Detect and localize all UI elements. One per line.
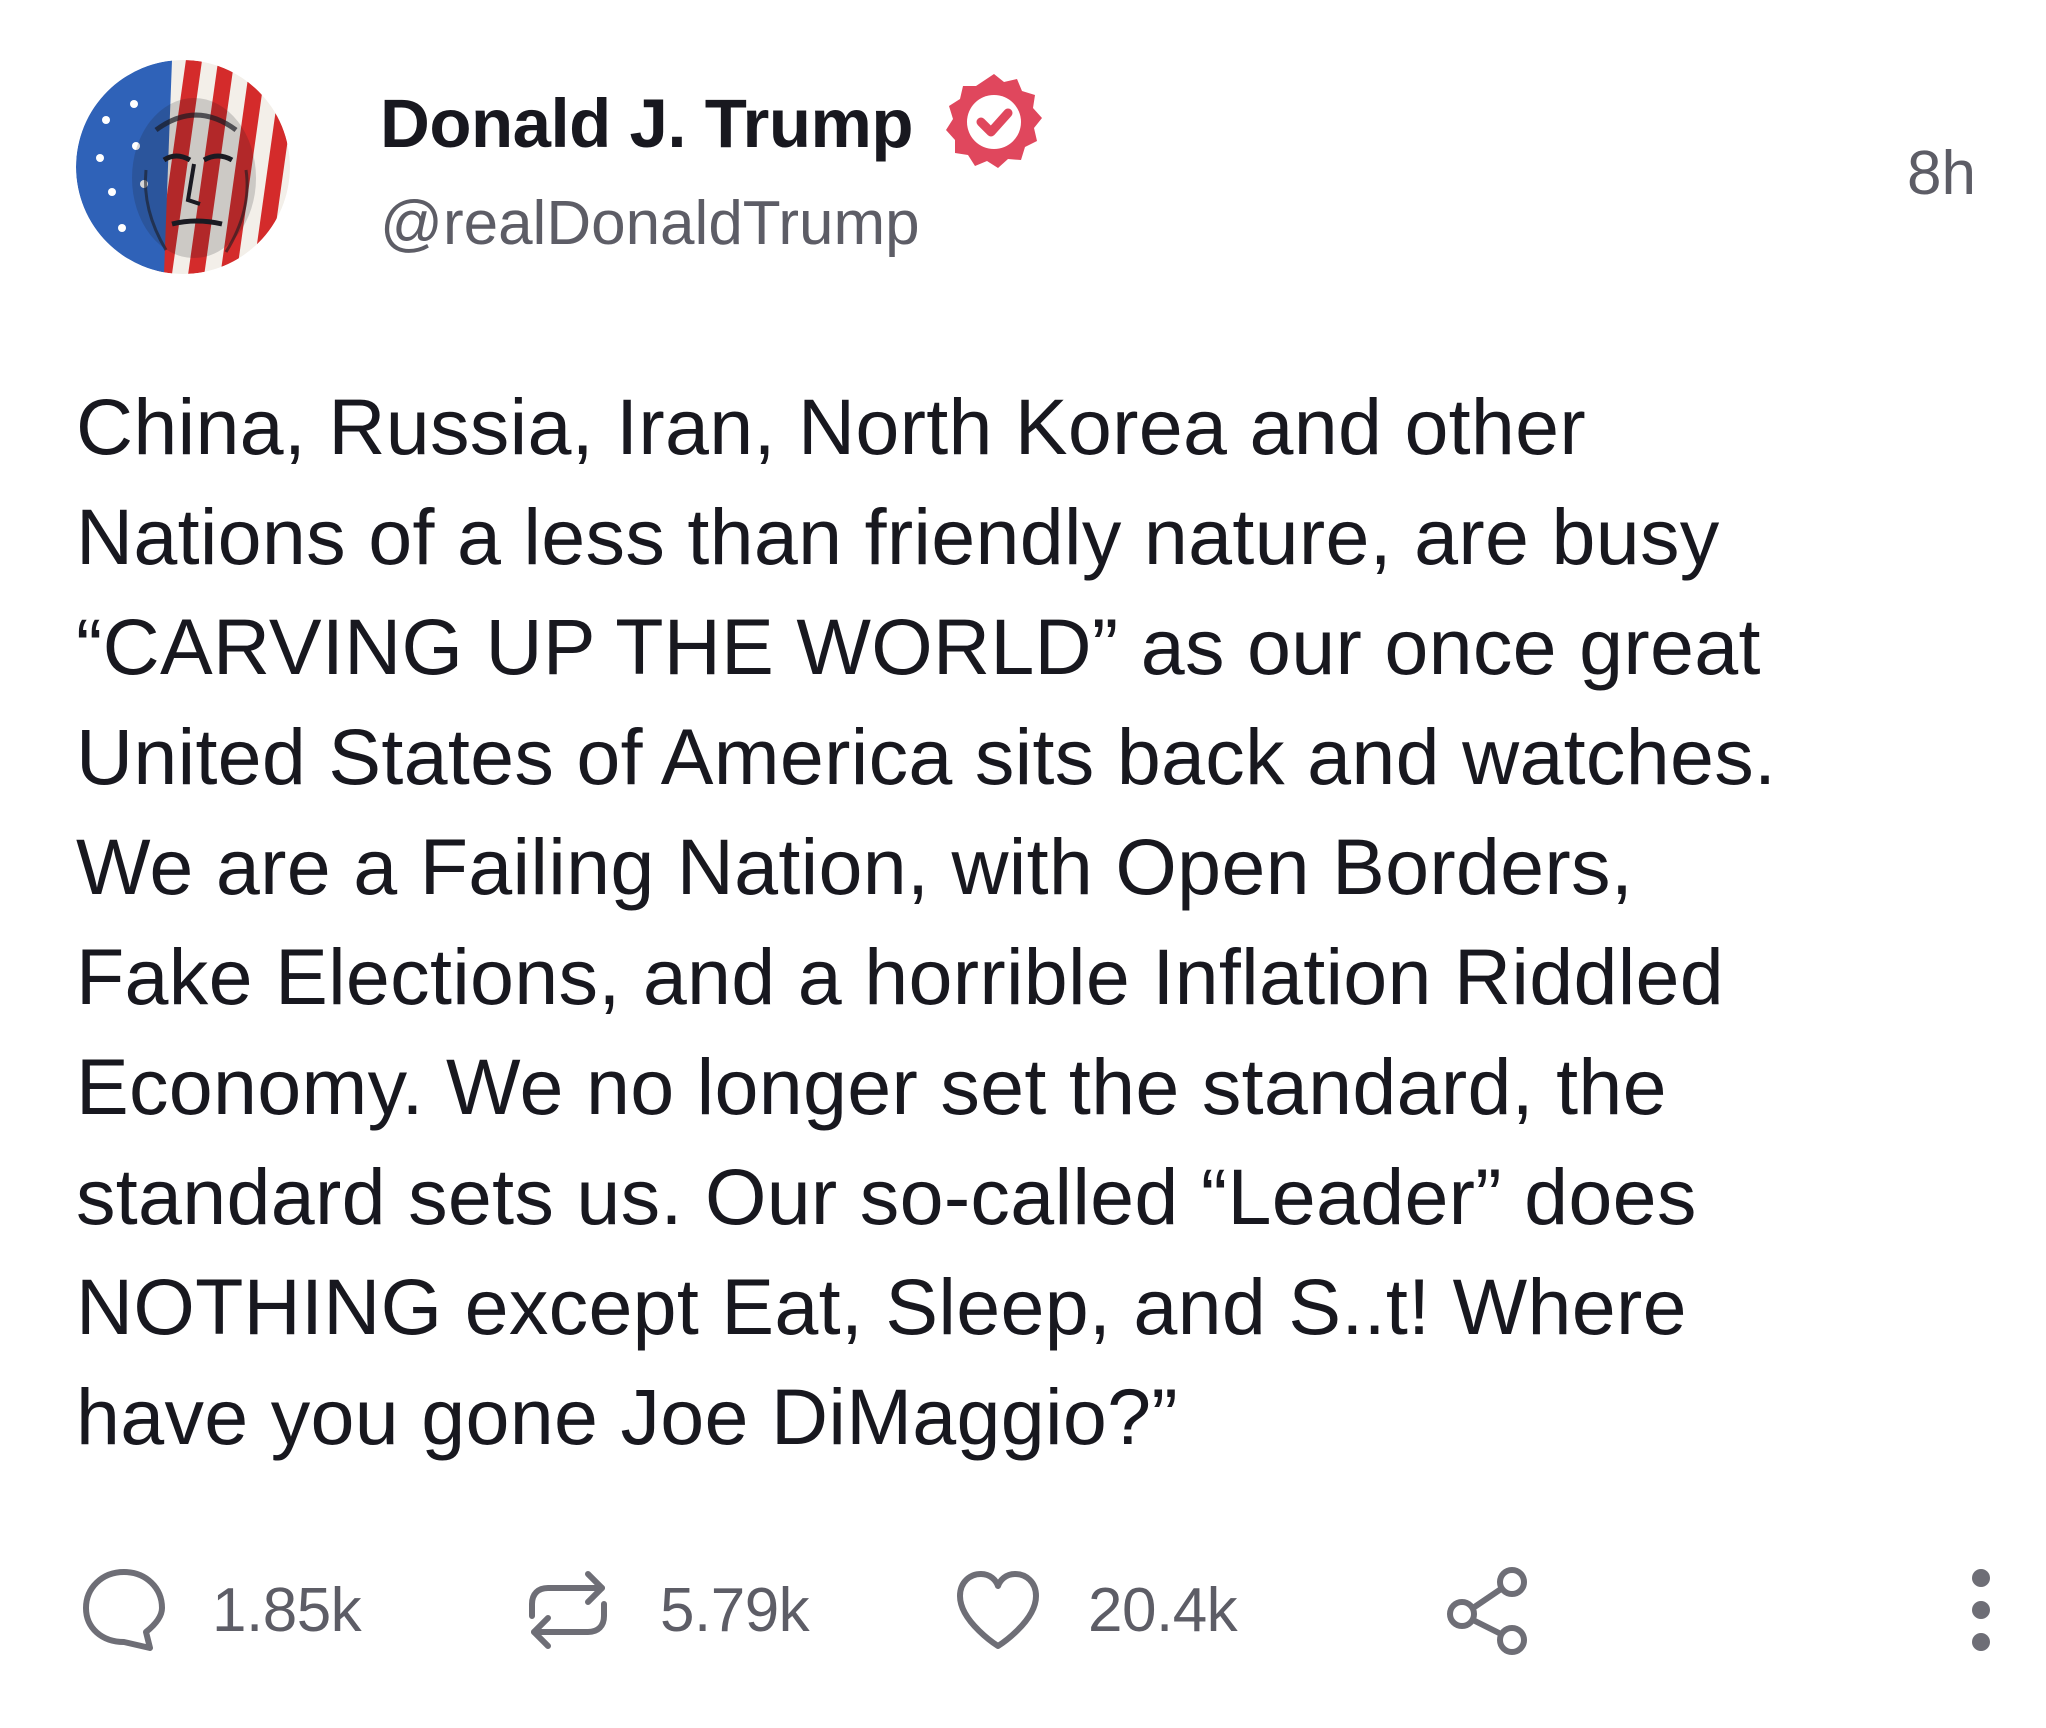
more-options-button[interactable] — [1966, 1555, 1996, 1665]
post-timestamp[interactable]: 8h — [1907, 138, 1976, 209]
repost-count: 5.79k — [660, 1575, 810, 1645]
post-text-line: United States of America sits back and w… — [76, 712, 1777, 801]
truth-social-post: Donald J. Trump @realDonaldTrump 8h Chin… — [0, 0, 2046, 1728]
share-nodes-icon — [1447, 1567, 1527, 1655]
post-text-line: Nations of a less than friendly nature, … — [76, 492, 1720, 581]
verified-badge-icon — [946, 74, 1043, 168]
post-text-line: Fake Elections, and a horrible Inflation… — [76, 932, 1725, 1021]
post-body-text: China, Russia, Iran, North Korea and oth… — [76, 372, 1996, 1472]
post-text-line: standard sets us. Our so-called “Leader”… — [76, 1152, 1697, 1241]
like-button[interactable]: 20.4k — [948, 1555, 1238, 1665]
post-text-line: “CARVING UP THE WORLD” as our once great — [76, 602, 1761, 691]
post-text-line: We are a Failing Nation, with Open Borde… — [76, 822, 1634, 911]
avatar-image — [76, 60, 290, 274]
post-text-line: NOTHING except Eat, Sleep, and S..t! Whe… — [76, 1262, 1687, 1351]
reply-count: 1.85k — [212, 1575, 362, 1645]
post-text-line: Economy. We no longer set the standard, … — [76, 1042, 1667, 1131]
vertical-ellipsis-icon — [1972, 1569, 1990, 1651]
post-text-line: have you gone Joe DiMaggio?” — [76, 1372, 1178, 1461]
author-avatar[interactable] — [76, 60, 290, 274]
heart-icon — [957, 1571, 1039, 1649]
reply-button[interactable]: 1.85k — [76, 1555, 362, 1665]
share-button[interactable] — [1438, 1555, 1538, 1665]
post-action-bar: 1.85k 5.79k 20.4k — [76, 1555, 1990, 1665]
repost-button[interactable]: 5.79k — [516, 1555, 810, 1665]
author-handle[interactable]: @realDonaldTrump — [380, 188, 920, 259]
post-text-line: China, Russia, Iran, North Korea and oth… — [76, 382, 1587, 471]
speech-bubble-icon — [83, 1569, 165, 1651]
author-display-name[interactable]: Donald J. Trump — [380, 84, 914, 163]
repost-arrows-icon — [529, 1571, 607, 1649]
author-name-row: Donald J. Trump — [380, 74, 1047, 168]
like-count: 20.4k — [1088, 1575, 1238, 1645]
